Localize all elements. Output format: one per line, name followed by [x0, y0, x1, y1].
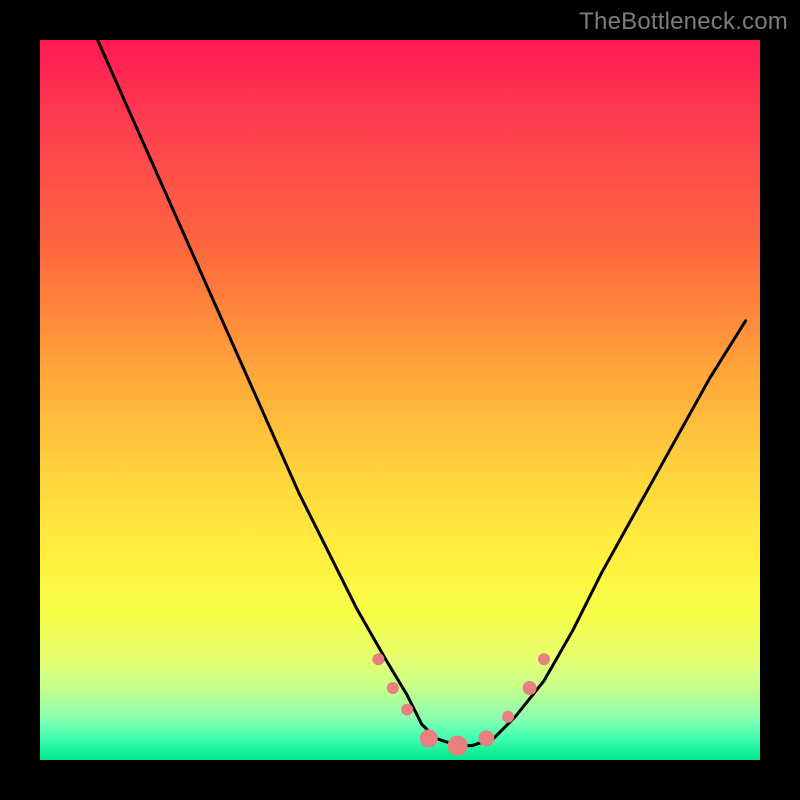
chart-frame: TheBottleneck.com: [0, 0, 800, 800]
highlight-point: [401, 704, 413, 716]
highlight-point: [538, 653, 550, 665]
highlight-point: [420, 729, 438, 747]
highlight-point: [448, 736, 468, 756]
highlight-point: [478, 730, 494, 746]
highlight-point: [387, 682, 399, 694]
plot-area: [40, 40, 760, 760]
bottleneck-curve: [98, 40, 746, 746]
curve-svg: [40, 40, 760, 760]
highlight-point: [372, 653, 384, 665]
highlight-point: [502, 711, 514, 723]
highlight-point: [523, 681, 537, 695]
attribution-label: TheBottleneck.com: [579, 8, 788, 36]
